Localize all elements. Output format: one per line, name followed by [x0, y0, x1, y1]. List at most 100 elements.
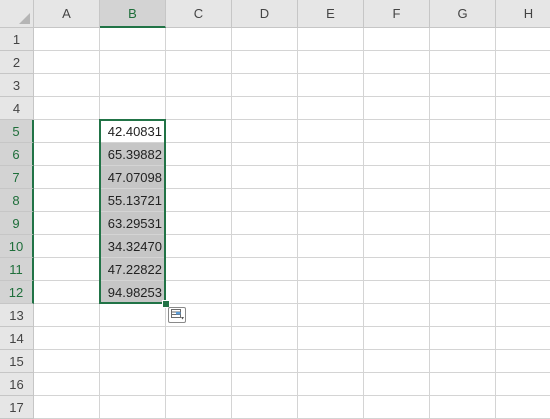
cell-d13[interactable] — [232, 304, 298, 327]
cell-c11[interactable] — [166, 258, 232, 281]
cell-g8[interactable] — [430, 189, 496, 212]
cell-d7[interactable] — [232, 166, 298, 189]
cell-d1[interactable] — [232, 28, 298, 51]
cell-d12[interactable] — [232, 281, 298, 304]
cell-h7[interactable] — [496, 166, 550, 189]
cell-b13[interactable] — [100, 304, 166, 327]
cell-e16[interactable] — [298, 373, 364, 396]
cell-b16[interactable] — [100, 373, 166, 396]
cell-h12[interactable] — [496, 281, 550, 304]
column-header-a[interactable]: A — [34, 0, 100, 28]
row-header-1[interactable]: 1 — [0, 28, 34, 51]
cell-c2[interactable] — [166, 51, 232, 74]
cell-f6[interactable] — [364, 143, 430, 166]
cell-c10[interactable] — [166, 235, 232, 258]
cell-b17[interactable] — [100, 396, 166, 419]
cell-d5[interactable] — [232, 120, 298, 143]
column-header-h[interactable]: H — [496, 0, 550, 28]
cell-a5[interactable] — [34, 120, 100, 143]
cell-f11[interactable] — [364, 258, 430, 281]
row-header-12[interactable]: 12 — [0, 281, 34, 304]
cell-g11[interactable] — [430, 258, 496, 281]
column-header-c[interactable]: C — [166, 0, 232, 28]
cell-d17[interactable] — [232, 396, 298, 419]
cell-c12[interactable] — [166, 281, 232, 304]
cell-f16[interactable] — [364, 373, 430, 396]
cell-b11[interactable]: 47.22822 — [100, 258, 166, 281]
cell-f15[interactable] — [364, 350, 430, 373]
cell-e5[interactable] — [298, 120, 364, 143]
cell-c9[interactable] — [166, 212, 232, 235]
cell-e4[interactable] — [298, 97, 364, 120]
cell-h16[interactable] — [496, 373, 550, 396]
row-header-6[interactable]: 6 — [0, 143, 34, 166]
cell-f13[interactable] — [364, 304, 430, 327]
cell-h10[interactable] — [496, 235, 550, 258]
cell-e14[interactable] — [298, 327, 364, 350]
cell-f12[interactable] — [364, 281, 430, 304]
cell-e6[interactable] — [298, 143, 364, 166]
row-header-8[interactable]: 8 — [0, 189, 34, 212]
cell-f1[interactable] — [364, 28, 430, 51]
cell-a15[interactable] — [34, 350, 100, 373]
cell-e10[interactable] — [298, 235, 364, 258]
cell-f3[interactable] — [364, 74, 430, 97]
cell-a7[interactable] — [34, 166, 100, 189]
row-header-4[interactable]: 4 — [0, 97, 34, 120]
cell-b3[interactable] — [100, 74, 166, 97]
row-header-13[interactable]: 13 — [0, 304, 34, 327]
cell-g7[interactable] — [430, 166, 496, 189]
column-header-b[interactable]: B — [100, 0, 166, 28]
cell-d4[interactable] — [232, 97, 298, 120]
row-header-7[interactable]: 7 — [0, 166, 34, 189]
cell-e1[interactable] — [298, 28, 364, 51]
cell-c16[interactable] — [166, 373, 232, 396]
cell-e17[interactable] — [298, 396, 364, 419]
cell-a16[interactable] — [34, 373, 100, 396]
cell-f10[interactable] — [364, 235, 430, 258]
cell-a4[interactable] — [34, 97, 100, 120]
cell-g6[interactable] — [430, 143, 496, 166]
cell-b8[interactable]: 55.13721 — [100, 189, 166, 212]
cell-a6[interactable] — [34, 143, 100, 166]
column-header-g[interactable]: G — [430, 0, 496, 28]
cell-c6[interactable] — [166, 143, 232, 166]
cell-e7[interactable] — [298, 166, 364, 189]
cell-a17[interactable] — [34, 396, 100, 419]
cell-a11[interactable] — [34, 258, 100, 281]
cell-g3[interactable] — [430, 74, 496, 97]
cell-a1[interactable] — [34, 28, 100, 51]
cell-h2[interactable] — [496, 51, 550, 74]
cell-e2[interactable] — [298, 51, 364, 74]
cell-b6[interactable]: 65.39882 — [100, 143, 166, 166]
cell-c15[interactable] — [166, 350, 232, 373]
cell-h15[interactable] — [496, 350, 550, 373]
cell-h8[interactable] — [496, 189, 550, 212]
cell-e3[interactable] — [298, 74, 364, 97]
row-header-15[interactable]: 15 — [0, 350, 34, 373]
cell-f8[interactable] — [364, 189, 430, 212]
cell-e15[interactable] — [298, 350, 364, 373]
cell-f9[interactable] — [364, 212, 430, 235]
row-header-10[interactable]: 10 — [0, 235, 34, 258]
cell-g12[interactable] — [430, 281, 496, 304]
cell-g5[interactable] — [430, 120, 496, 143]
row-header-9[interactable]: 9 — [0, 212, 34, 235]
cell-h3[interactable] — [496, 74, 550, 97]
cell-h14[interactable] — [496, 327, 550, 350]
cell-c8[interactable] — [166, 189, 232, 212]
cell-h11[interactable] — [496, 258, 550, 281]
quick-analysis-button[interactable] — [168, 307, 186, 323]
cell-g13[interactable] — [430, 304, 496, 327]
cell-f14[interactable] — [364, 327, 430, 350]
cell-a8[interactable] — [34, 189, 100, 212]
cell-b7[interactable]: 47.07098 — [100, 166, 166, 189]
cell-h6[interactable] — [496, 143, 550, 166]
cell-e8[interactable] — [298, 189, 364, 212]
cell-b1[interactable] — [100, 28, 166, 51]
cell-e13[interactable] — [298, 304, 364, 327]
cell-c5[interactable] — [166, 120, 232, 143]
cell-c4[interactable] — [166, 97, 232, 120]
cell-b2[interactable] — [100, 51, 166, 74]
row-header-14[interactable]: 14 — [0, 327, 34, 350]
